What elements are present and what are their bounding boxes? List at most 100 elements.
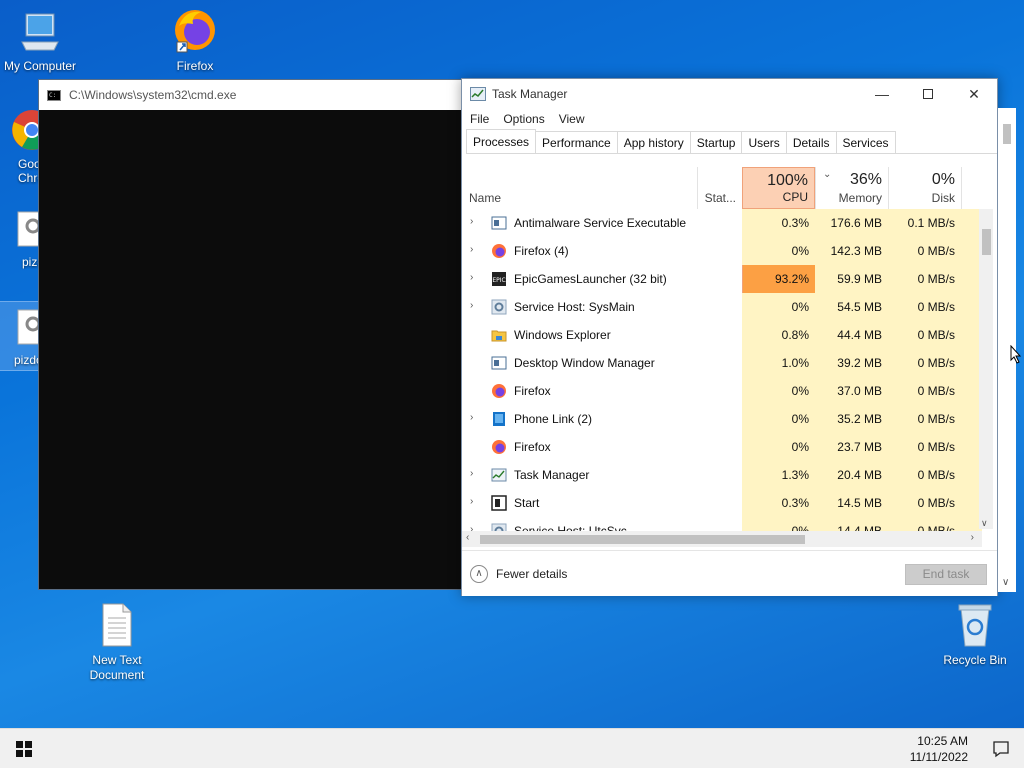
process-cpu: 0%	[742, 405, 815, 433]
column-header-disk[interactable]: 0% Disk	[888, 167, 961, 209]
table-row[interactable]: › Phone Link (2) 0% 35.2 MB 0 MB/s	[462, 405, 982, 433]
desktop-icon-new-text-document[interactable]: New Text Document	[77, 602, 157, 683]
process-name: Task Manager	[514, 468, 590, 482]
expand-chevron-icon[interactable]: ›	[470, 412, 473, 423]
desktop-icon-my-computer[interactable]: My Computer	[0, 8, 80, 73]
column-header-name[interactable]: Name	[462, 167, 697, 209]
sort-chevron-icon: ⌄	[823, 169, 832, 180]
menu-view[interactable]: View	[559, 112, 585, 126]
scroll-down-arrow-icon[interactable]: ∨	[981, 518, 988, 529]
expand-chevron-icon[interactable]: ›	[470, 216, 473, 227]
table-row[interactable]: › EPIC EpicGamesLauncher (32 bit) 93.2% 59.9…	[462, 265, 982, 293]
table-row[interactable]: Firefox 0% 23.7 MB 0 MB/s	[462, 433, 982, 461]
process-memory: 14.5 MB	[815, 489, 888, 517]
scroll-thumb[interactable]	[1003, 124, 1011, 144]
column-header-memory[interactable]: ⌄ 36% Memory	[815, 167, 888, 209]
process-name: Phone Link (2)	[514, 412, 593, 426]
minimize-button[interactable]: —	[859, 79, 905, 109]
process-memory: 44.4 MB	[815, 321, 888, 349]
desktop-icon-pizd-2[interactable]: pizdo	[0, 301, 41, 371]
start-icon	[491, 495, 507, 511]
table-row[interactable]: Windows Explorer 0.8% 44.4 MB 0 MB/s	[462, 321, 982, 349]
process-name: Firefox	[514, 440, 551, 454]
column-header-status[interactable]: Stat...	[697, 167, 742, 209]
scroll-thumb-horizontal[interactable]	[480, 535, 805, 544]
tab-details[interactable]: Details	[785, 131, 837, 153]
tm-titlebar[interactable]: Task Manager — ✕	[462, 79, 997, 109]
service-icon	[491, 215, 507, 231]
menu-file[interactable]: File	[470, 112, 489, 126]
column-header-network[interactable]: Ne	[961, 167, 982, 209]
scroll-right-arrow-icon[interactable]: ›	[971, 532, 974, 543]
settings-file-icon	[17, 211, 40, 247]
process-disk: 0 MB/s	[888, 433, 961, 461]
scroll-thumb[interactable]	[982, 229, 991, 255]
gear-icon	[491, 299, 507, 315]
table-row[interactable]: › Service Host: SysMain 0% 54.5 MB 0 MB/s	[462, 293, 982, 321]
desktop-icon-chrome[interactable]: Goo Chro	[0, 108, 40, 185]
close-button[interactable]: ✕	[951, 79, 997, 109]
process-cpu: 0%	[742, 377, 815, 405]
tab-services[interactable]: Services	[835, 131, 896, 153]
task-manager-window[interactable]: Task Manager — ✕ File Options View Proce…	[461, 78, 998, 596]
notification-icon[interactable]	[992, 740, 1010, 758]
menu-options[interactable]: Options	[503, 112, 544, 126]
process-cpu: 0%	[742, 293, 815, 321]
scroll-down-arrow-icon[interactable]: ∨	[1002, 577, 1009, 588]
cmd-window[interactable]: C:\Windows\system32\cmd.exe	[38, 79, 468, 590]
tab-processes[interactable]: Processes	[466, 129, 537, 153]
epic-icon: EPIC	[491, 271, 507, 287]
process-disk: 0 MB/s	[888, 293, 961, 321]
expand-chevron-icon[interactable]: ›	[470, 272, 473, 283]
tab-app-history[interactable]: App history	[616, 131, 691, 153]
tab-startup[interactable]: Startup	[689, 131, 743, 153]
chrome-icon	[12, 110, 40, 150]
desktop-icon-label: My Computer	[3, 59, 77, 73]
desktop-icon-label: Recycle Bin	[943, 653, 1007, 667]
process-memory: 39.2 MB	[815, 349, 888, 377]
folder-icon	[491, 327, 507, 343]
expand-chevron-icon[interactable]: ›	[470, 300, 473, 311]
process-name: Windows Explorer	[514, 328, 611, 342]
table-row[interactable]: › Task Manager 1.3% 20.4 MB 0 MB/s	[462, 461, 982, 489]
fewer-details-button[interactable]: ∧ Fewer details	[470, 565, 567, 583]
computer-icon	[21, 13, 59, 51]
system-clock[interactable]: 10:25 AM 11/11/2022	[910, 733, 968, 765]
desktop-icon-recycle-bin[interactable]: Recycle Bin	[935, 602, 1015, 667]
process-cpu: 1.0%	[742, 349, 815, 377]
table-row[interactable]: › Start 0.3% 14.5 MB 0 MB/s	[462, 489, 982, 517]
taskmanager-icon	[491, 467, 507, 483]
desktop-icon-pizd-1[interactable]: pizd	[0, 210, 40, 269]
vertical-scrollbar[interactable]: ∨	[979, 209, 993, 529]
maximize-button[interactable]	[905, 79, 951, 109]
table-row[interactable]: › Antimalware Service Executable 0.3% 176.6…	[462, 209, 982, 237]
end-task-button[interactable]: End task	[905, 564, 987, 585]
process-disk: 0 MB/s	[888, 489, 961, 517]
tab-users[interactable]: Users	[741, 131, 787, 153]
process-name: Antimalware Service Executable	[514, 216, 687, 230]
start-button[interactable]	[0, 729, 48, 768]
cmd-titlebar[interactable]: C:\Windows\system32\cmd.exe	[39, 80, 467, 110]
table-row[interactable]: › Firefox (4) 0% 142.3 MB 0 MB/s	[462, 237, 982, 265]
svg-text:EPIC: EPIC	[492, 277, 505, 284]
expand-chevron-icon[interactable]: ›	[470, 468, 473, 479]
table-row[interactable]: Desktop Window Manager 1.0% 39.2 MB 0 MB/s	[462, 349, 982, 377]
process-cpu: 93.2%	[742, 265, 815, 293]
firefox-icon	[491, 439, 507, 455]
scroll-left-arrow-icon[interactable]: ‹	[466, 532, 469, 543]
horizontal-scrollbar[interactable]: ‹ ›	[462, 531, 982, 547]
taskmanager-icon	[470, 87, 486, 101]
process-cpu: 0.3%	[742, 209, 815, 237]
expand-chevron-icon[interactable]: ›	[470, 244, 473, 255]
process-disk: 0 MB/s	[888, 321, 961, 349]
chevron-up-icon: ∧	[470, 565, 488, 583]
tab-performance[interactable]: Performance	[535, 131, 618, 153]
expand-chevron-icon[interactable]: ›	[470, 496, 473, 507]
table-row[interactable]: Firefox 0% 37.0 MB 0 MB/s	[462, 377, 982, 405]
process-disk: 0 MB/s	[888, 237, 961, 265]
process-cpu: 0%	[742, 237, 815, 265]
cmd-title-text: C:\Windows\system32\cmd.exe	[69, 88, 237, 102]
desktop-icon-firefox[interactable]: Firefox	[155, 6, 235, 73]
column-header-cpu[interactable]: 100% CPU	[742, 167, 815, 209]
process-disk: 0 MB/s	[888, 461, 961, 489]
